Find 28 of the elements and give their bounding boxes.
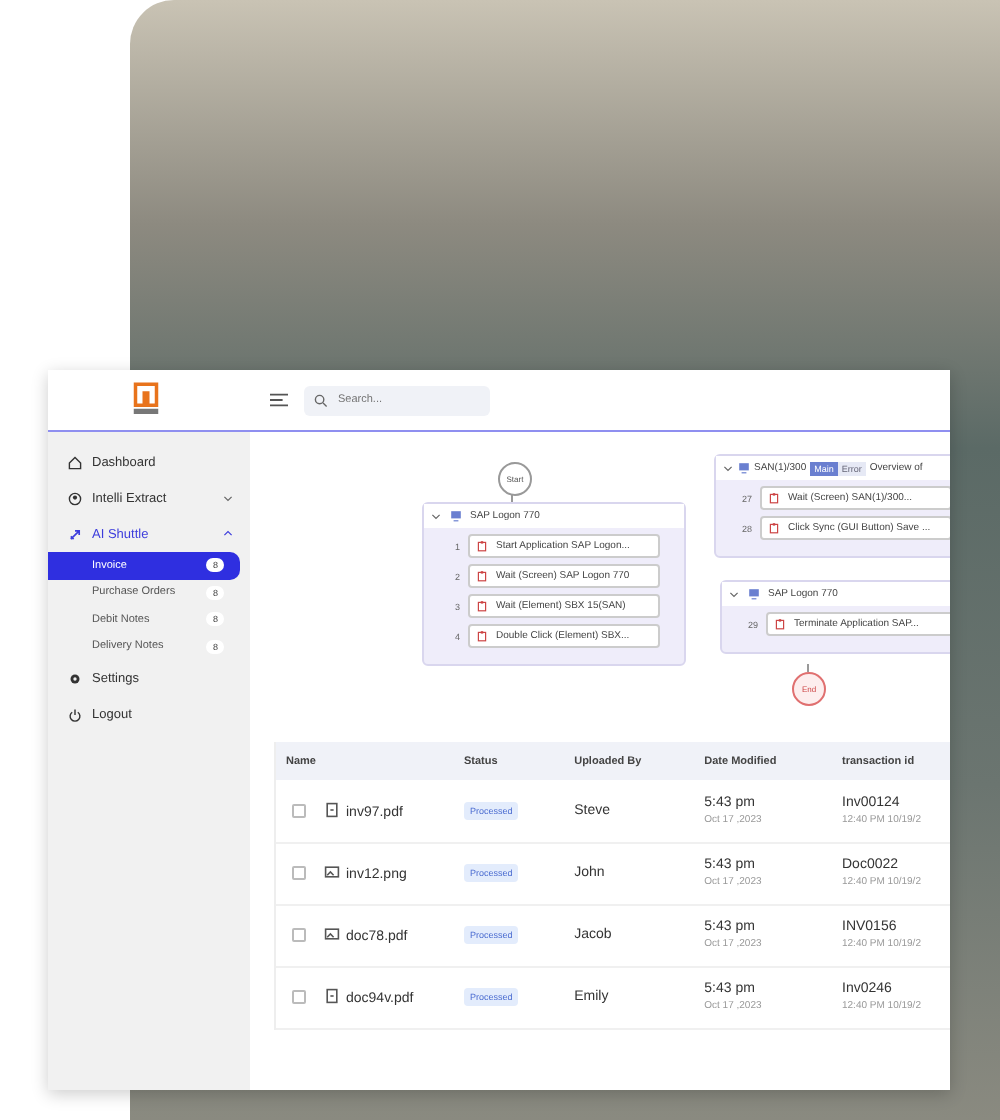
document-icon	[324, 801, 340, 818]
connector-line	[807, 663, 809, 673]
settings-icon	[68, 671, 82, 685]
image-file-icon	[324, 864, 340, 880]
clipboard-icon	[476, 570, 488, 582]
document-icon	[324, 988, 340, 1004]
checkbox[interactable]	[292, 990, 306, 1004]
monitor-icon	[738, 462, 750, 474]
clipboard-icon	[476, 540, 488, 552]
clipboard-icon	[768, 522, 780, 534]
checkbox[interactable]	[292, 866, 306, 880]
clipboard-icon	[774, 618, 786, 630]
chevron-down-icon	[728, 588, 740, 600]
checkbox[interactable]	[292, 928, 306, 942]
checkbox[interactable]	[292, 803, 306, 818]
clipboard-icon	[476, 600, 488, 612]
clipboard-icon	[768, 492, 780, 504]
monitor-icon	[450, 510, 462, 522]
power-icon	[68, 707, 82, 721]
monitor-icon	[748, 588, 760, 600]
user-circle-icon	[68, 491, 82, 505]
menu-icon[interactable]	[270, 392, 288, 408]
image-file-icon	[324, 926, 340, 942]
house-icon	[68, 455, 82, 469]
search-icon	[314, 393, 328, 407]
chevron-down-icon	[430, 510, 442, 522]
clipboard-icon	[476, 630, 488, 642]
chevron-down-icon	[722, 462, 734, 474]
